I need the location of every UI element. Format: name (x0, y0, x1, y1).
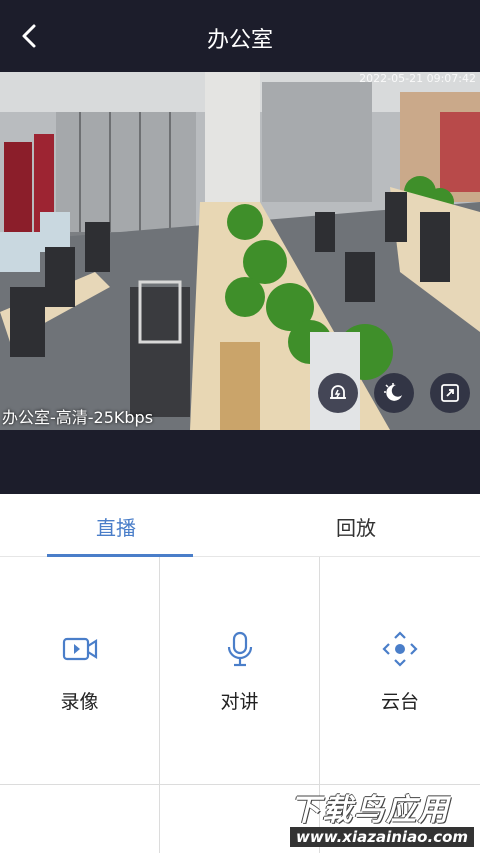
microphone-icon (227, 631, 253, 667)
intercom-button[interactable]: 对讲 (160, 557, 320, 785)
watermark-title: 下载鸟应用 (290, 793, 450, 828)
camera-stream-label: 办公室-高清-25Kbps (2, 408, 154, 427)
record-label: 录像 (60, 691, 99, 713)
tab-bar: 直播 回放 (0, 494, 480, 557)
tab-live[interactable]: 直播 (96, 512, 136, 541)
ptz-direction-icon (382, 631, 418, 667)
record-video-icon (62, 637, 98, 661)
ptz-label: 云台 (380, 691, 419, 713)
alarm-bell-icon (330, 385, 346, 399)
top-bar: 办公室 (0, 0, 480, 72)
grid-cell-empty (0, 785, 160, 853)
watermark-url: www.xiazainiao.com (290, 827, 475, 847)
intercom-label: 对讲 (220, 691, 259, 713)
site-watermark: 下载鸟应用 www.xiazainiao.com (286, 785, 476, 849)
video-timestamp: 2022-05-21 09:07:42 (359, 72, 476, 85)
record-button[interactable]: 录像 (0, 557, 160, 785)
page-title: 办公室 (206, 28, 273, 53)
camera-feed-image (0, 72, 480, 430)
fullscreen-button[interactable] (430, 373, 470, 413)
live-video-view[interactable]: 2022-05-21 09:07:42 (0, 72, 480, 430)
tab-playback[interactable]: 回放 (336, 512, 376, 541)
fullscreen-icon (441, 384, 459, 402)
ptz-button[interactable]: 云台 (320, 557, 480, 785)
alarm-button[interactable] (318, 373, 358, 413)
video-control-strip (0, 430, 480, 494)
night-mode-button[interactable] (374, 373, 414, 413)
moon-sun-icon (384, 383, 402, 401)
